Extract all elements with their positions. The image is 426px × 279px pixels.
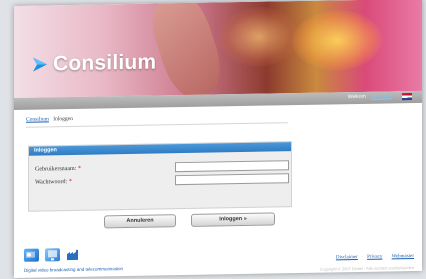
banner-decoration [144, 0, 229, 98]
satellite-icon [24, 248, 39, 262]
banner-decoration [219, 6, 299, 68]
play-logo-icon [32, 56, 48, 72]
required-mark: * [77, 165, 81, 172]
username-input[interactable] [175, 160, 289, 173]
disclaimer-link[interactable]: Disclaimer [336, 255, 358, 260]
cancel-button[interactable]: Annuleren [104, 214, 176, 229]
monitor-icon [45, 248, 60, 262]
breadcrumb: Consilium Inloggen [26, 116, 73, 123]
footer-links: Disclaimer Privacy Webmaster [328, 254, 414, 261]
header-banner: Consilium [14, 0, 422, 98]
required-mark: * [68, 178, 72, 186]
welcome-label: Welkom [347, 93, 366, 101]
password-input[interactable] [175, 173, 289, 186]
nl-flag-icon[interactable] [402, 93, 412, 101]
factory-icon [66, 248, 81, 261]
login-panel: Inloggen Gebruikersnaam: * Wachtwoord: * [28, 141, 292, 212]
user-link[interactable]: gebruiker [371, 93, 392, 99]
divider [26, 122, 288, 128]
password-label-text: Wachtwoord: [35, 179, 68, 186]
login-panel-title: Inloggen [29, 142, 291, 156]
password-label: Wachtwoord: * [35, 179, 72, 186]
footer-caption: Digital video broadcasting and telecommu… [24, 266, 124, 273]
copyright-text: Copyright © 2007 Divitel - Alle rechten … [319, 265, 414, 272]
breadcrumb-home-link[interactable]: Consilium [26, 116, 49, 122]
privacy-link[interactable]: Privacy [367, 255, 382, 260]
welcome-text: Welkom gebruiker [348, 93, 392, 100]
footer-icons [24, 248, 81, 262]
webmaster-link[interactable]: Webmaster [392, 254, 414, 259]
logo-text: Consilium [53, 50, 157, 76]
consilium-logo[interactable]: Consilium [32, 51, 156, 77]
browser-page: Consilium Welkom gebruiker Consilium Inl… [14, 0, 422, 279]
breadcrumb-current: Inloggen [53, 115, 73, 123]
login-button[interactable]: Inloggen » [191, 212, 275, 227]
username-label-text: Gebruikersnaam: [35, 165, 77, 173]
banner-decoration [292, 9, 382, 72]
username-label: Gebruikersnaam: * [35, 166, 81, 173]
